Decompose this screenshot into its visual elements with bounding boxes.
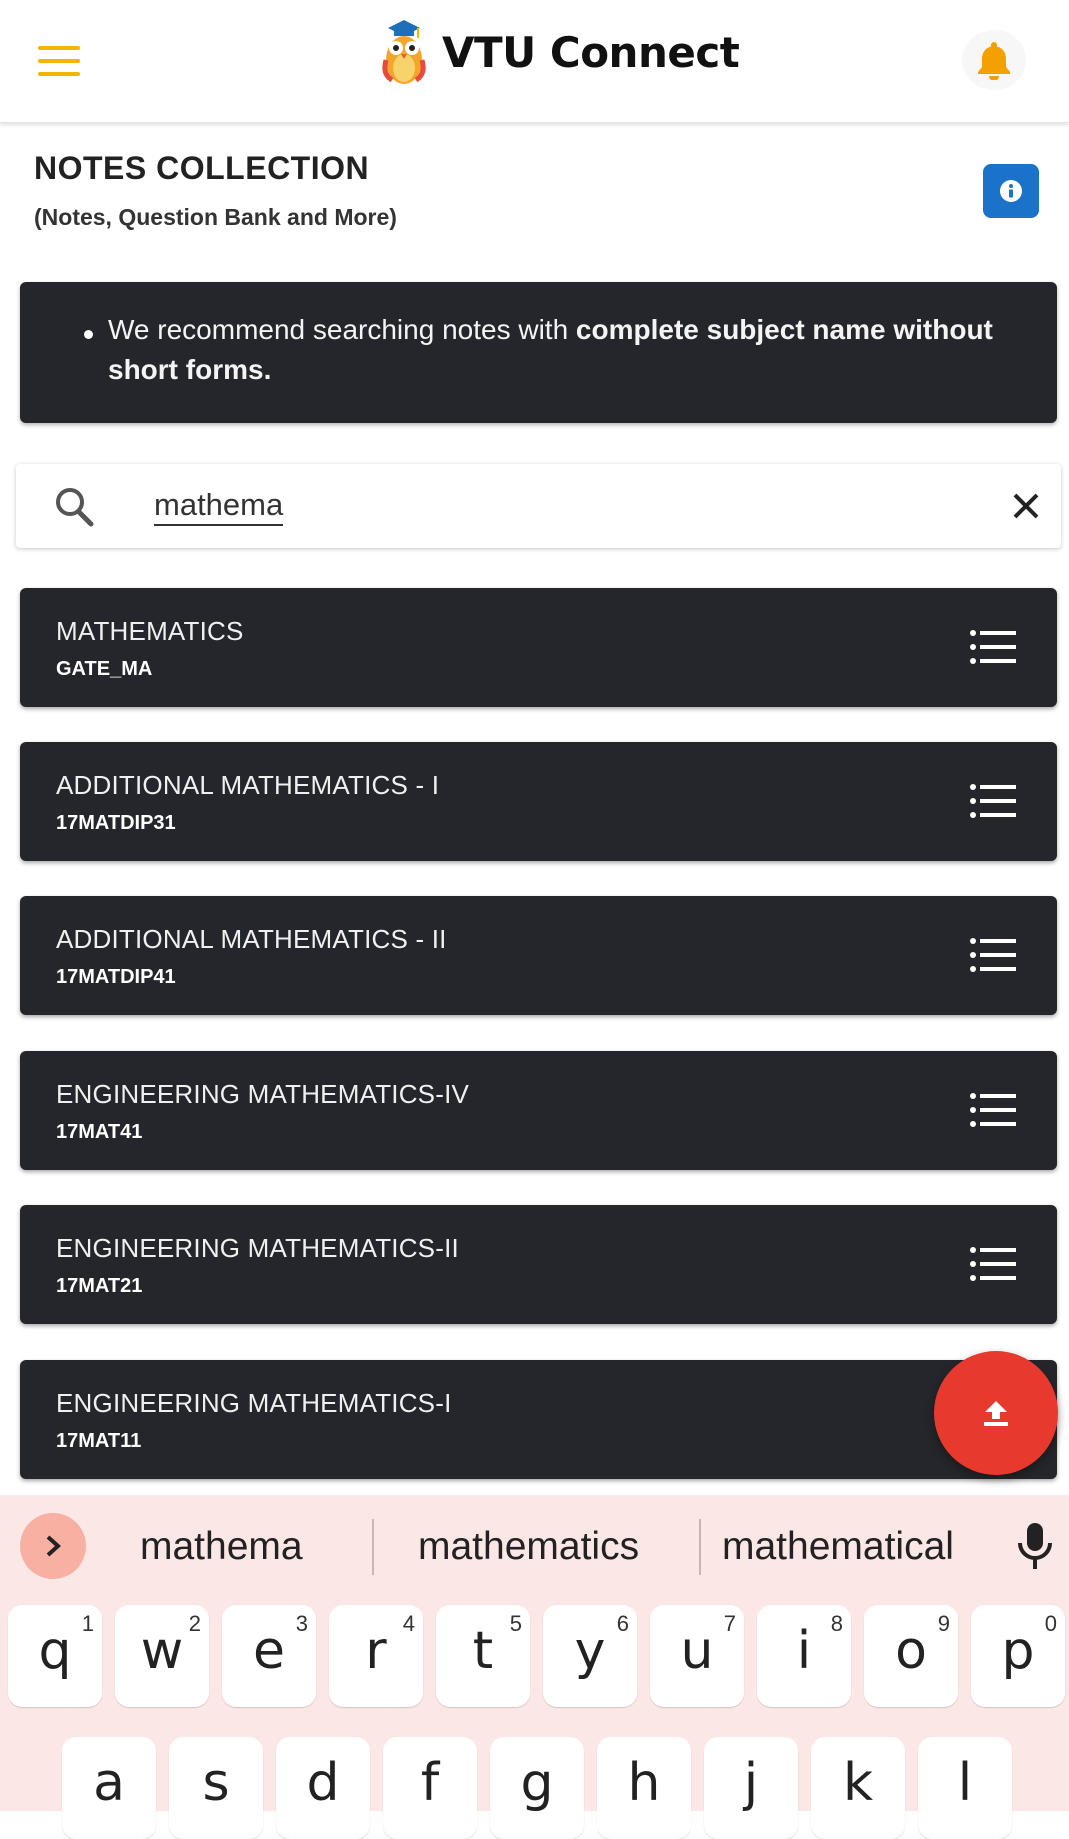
key-label: u [680, 1621, 714, 1681]
key-u[interactable]: 7u [650, 1605, 744, 1707]
key-label: h [627, 1753, 661, 1813]
key-label: o [895, 1621, 927, 1681]
clear-search-button[interactable] [1006, 486, 1046, 526]
top-app-bar: VTU Connect [0, 0, 1069, 123]
key-a[interactable]: a [62, 1737, 156, 1839]
upload-icon [984, 1401, 1008, 1426]
key-label: w [140, 1621, 184, 1681]
subject-title: ENGINEERING MATHEMATICS-II [56, 1233, 459, 1263]
notice-text: We recommend searching notes with comple… [108, 310, 1028, 390]
result-card[interactable]: MATHEMATICS GATE_MA [20, 588, 1057, 707]
microphone-icon[interactable] [1012, 1519, 1058, 1573]
search-tip-notice: We recommend searching notes with comple… [20, 282, 1057, 423]
subject-code: GATE_MA [56, 658, 153, 680]
result-card[interactable]: ENGINEERING MATHEMATICS-IV 17MAT41 [20, 1051, 1057, 1170]
chevron-right-icon [46, 1535, 61, 1557]
subject-title: ADDITIONAL MATHEMATICS - II [56, 924, 447, 954]
key-h[interactable]: h [597, 1737, 691, 1839]
suggestion-item[interactable]: mathematics [418, 1525, 639, 1569]
key-g[interactable]: g [490, 1737, 584, 1839]
suggestion-item[interactable]: mathematical [722, 1525, 954, 1569]
key-label: g [520, 1753, 554, 1813]
app-title: VTU Connect [442, 28, 740, 77]
close-icon [1013, 493, 1039, 519]
key-l[interactable]: l [918, 1737, 1012, 1839]
key-w[interactable]: 2w [115, 1605, 209, 1707]
key-label: f [420, 1753, 440, 1813]
search-icon [56, 488, 94, 527]
suggestion-item[interactable]: mathema [140, 1525, 303, 1569]
list-icon[interactable] [970, 1247, 1016, 1281]
key-t[interactable]: 5t [436, 1605, 530, 1707]
key-q[interactable]: 1q [8, 1605, 102, 1707]
key-j[interactable]: j [704, 1737, 798, 1839]
key-label: t [472, 1621, 494, 1681]
result-card[interactable]: ENGINEERING MATHEMATICS-II 17MAT21 [20, 1205, 1057, 1324]
subject-code: 17MAT41 [56, 1121, 143, 1143]
result-card[interactable]: ENGINEERING MATHEMATICS-I 17MAT11 [20, 1360, 1057, 1479]
key-label: k [842, 1753, 874, 1813]
key-label: s [202, 1753, 230, 1813]
info-icon [1000, 180, 1022, 202]
subject-title: ENGINEERING MATHEMATICS-IV [56, 1079, 470, 1109]
list-icon[interactable] [970, 630, 1016, 664]
subject-code: 17MAT11 [56, 1430, 142, 1452]
key-p[interactable]: 0p [971, 1605, 1065, 1707]
notifications-button[interactable] [962, 30, 1026, 90]
key-r[interactable]: 4r [329, 1605, 423, 1707]
key-label: p [1001, 1621, 1035, 1681]
bullet-icon [84, 330, 93, 339]
key-e[interactable]: 3e [222, 1605, 316, 1707]
upload-button[interactable] [934, 1351, 1058, 1475]
subject-code: 17MATDIP41 [56, 966, 176, 988]
bell-icon [978, 42, 1010, 80]
menu-icon[interactable] [38, 46, 80, 76]
result-card[interactable]: ADDITIONAL MATHEMATICS - II 17MATDIP41 [20, 896, 1057, 1015]
key-label: i [796, 1621, 812, 1681]
suggestion-divider [372, 1519, 374, 1575]
search-input[interactable]: mathema [154, 486, 284, 526]
list-icon[interactable] [970, 938, 1016, 972]
subject-title: ENGINEERING MATHEMATICS-I [56, 1388, 452, 1418]
key-d[interactable]: d [276, 1737, 370, 1839]
list-icon[interactable] [970, 1093, 1016, 1127]
key-label: j [743, 1753, 759, 1813]
key-label: d [306, 1753, 340, 1813]
key-f[interactable]: f [383, 1737, 477, 1839]
owl-logo [380, 18, 428, 88]
key-o[interactable]: 9o [864, 1605, 958, 1707]
key-label: r [365, 1621, 387, 1681]
key-label: l [957, 1753, 973, 1813]
result-card[interactable]: ADDITIONAL MATHEMATICS - I 17MATDIP31 [20, 742, 1057, 861]
key-k[interactable]: k [811, 1737, 905, 1839]
notice-text-normal: We recommend searching notes with [108, 314, 576, 345]
key-s[interactable]: s [169, 1737, 263, 1839]
key-label: q [38, 1621, 72, 1681]
key-y[interactable]: 6y [543, 1605, 637, 1707]
key-label: e [253, 1621, 285, 1681]
suggestion-divider [699, 1519, 701, 1575]
key-i[interactable]: 8i [757, 1605, 851, 1707]
page-subtitle: (Notes, Question Bank and More) [34, 204, 397, 230]
page-title: NOTES COLLECTION [34, 150, 370, 186]
list-icon[interactable] [970, 784, 1016, 818]
subject-code: 17MAT21 [56, 1275, 143, 1297]
subject-title: ADDITIONAL MATHEMATICS - I [56, 770, 440, 800]
key-label: y [574, 1621, 606, 1681]
search-bar: mathema [16, 464, 1061, 548]
soft-keyboard: mathema mathematics mathematical 1q2w3e4… [0, 1495, 1069, 1839]
info-button[interactable] [983, 164, 1039, 218]
expand-suggestions-button[interactable] [20, 1513, 86, 1579]
key-label: a [93, 1753, 125, 1813]
subject-code: 17MATDIP31 [56, 812, 176, 834]
subject-title: MATHEMATICS [56, 616, 244, 646]
